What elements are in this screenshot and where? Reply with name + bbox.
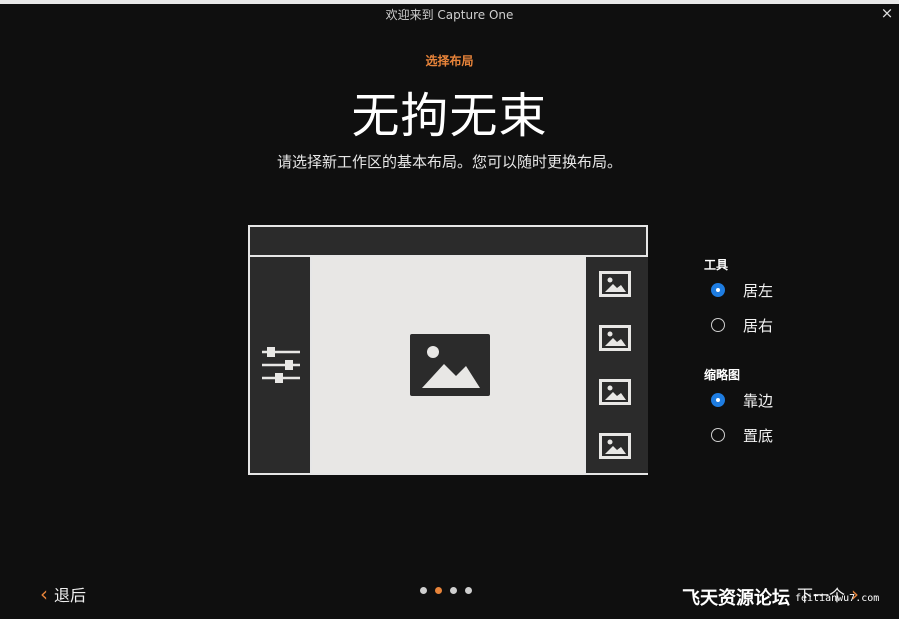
- image-icon: [410, 334, 490, 396]
- page-dot[interactable]: [420, 587, 427, 594]
- thumbnail-image-icon: [599, 271, 631, 297]
- page-dot-active[interactable]: [435, 587, 442, 594]
- preview-viewer: [312, 257, 584, 473]
- page-indicator: [420, 587, 472, 594]
- back-button[interactable]: ‹ 退后: [40, 582, 86, 606]
- window-title: 欢迎来到 Capture One: [385, 8, 514, 22]
- watermark-text: 飞天资源论坛: [682, 588, 790, 609]
- back-label: 退后: [54, 586, 87, 605]
- tools-group-title: 工具: [704, 258, 729, 272]
- step-label: 选择布局: [425, 54, 474, 68]
- layout-preview: [248, 225, 648, 475]
- watermark-url: feitianwu7.com: [795, 593, 880, 604]
- tools-right-label: 居右: [743, 316, 774, 335]
- preview-toolbar: [250, 227, 646, 257]
- page-title: 无拘无束: [351, 88, 548, 144]
- thumbnails-bottom-option[interactable]: 置底: [711, 425, 773, 445]
- page-subtitle: 请选择新工作区的基本布局。您可以随时更换布局。: [276, 153, 622, 171]
- preview-tools-panel: [250, 257, 312, 473]
- radio-unselected-icon[interactable]: [711, 318, 725, 332]
- preview-thumbnails-panel: [584, 257, 648, 473]
- thumbnail-image-icon: [599, 379, 631, 405]
- thumbnail-image-icon: [599, 325, 631, 351]
- host-window-strip: [0, 0, 899, 4]
- thumbnails-side-option[interactable]: 靠边: [711, 390, 773, 410]
- chevron-left-icon: ‹: [40, 582, 48, 606]
- thumbnail-image-icon: [599, 433, 631, 459]
- close-icon[interactable]: ×: [879, 4, 895, 22]
- tools-left-option[interactable]: 居左: [711, 280, 773, 300]
- tools-right-option[interactable]: 居右: [711, 315, 773, 335]
- radio-unselected-icon[interactable]: [711, 428, 725, 442]
- sliders-icon: [262, 347, 300, 383]
- page-dot[interactable]: [450, 587, 457, 594]
- thumbnails-bottom-label: 置底: [743, 426, 774, 445]
- thumbnails-side-label: 靠边: [743, 391, 774, 410]
- thumbnails-group-title: 缩略图: [704, 368, 741, 382]
- radio-selected-icon[interactable]: [711, 283, 725, 297]
- page-dot[interactable]: [465, 587, 472, 594]
- tools-left-label: 居左: [743, 281, 774, 300]
- radio-selected-icon[interactable]: [711, 393, 725, 407]
